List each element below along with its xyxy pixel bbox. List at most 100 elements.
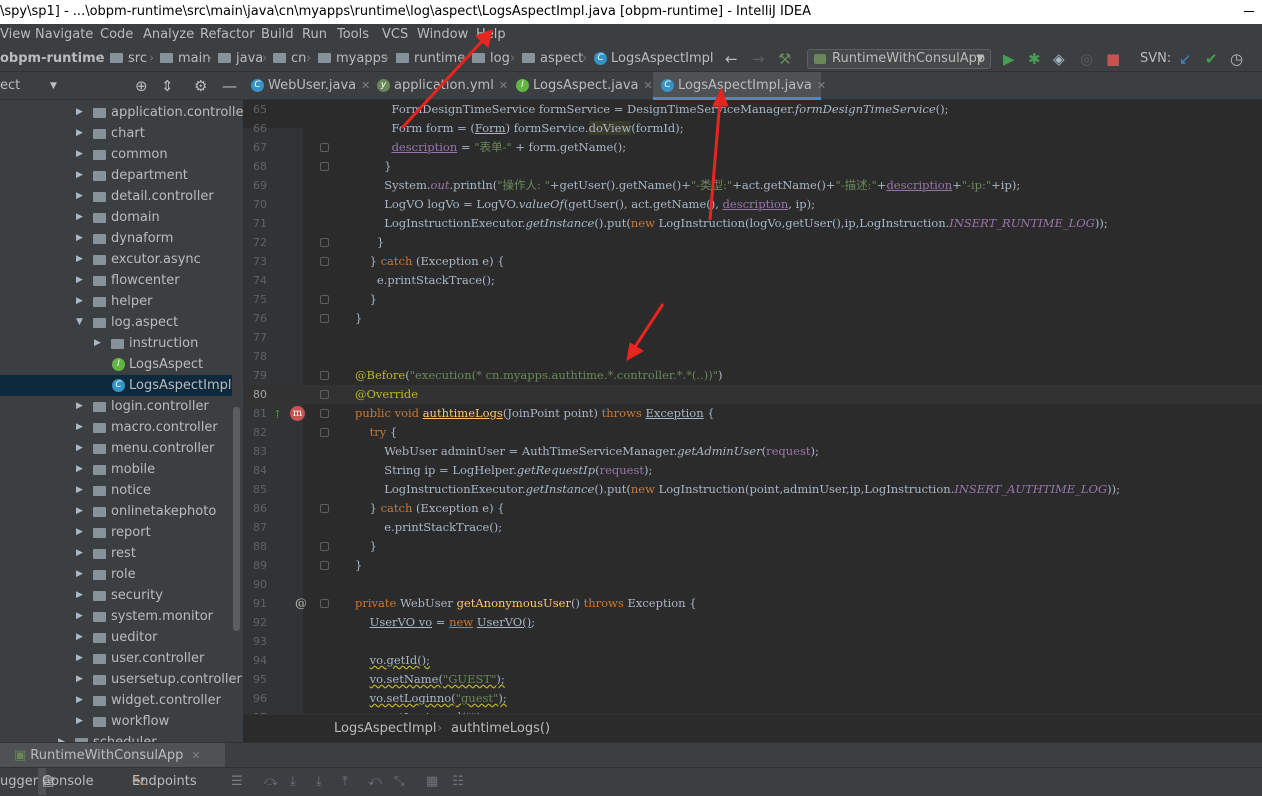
tab-webuser[interactable]: C WebUser.java ✕	[243, 72, 370, 100]
tree-item[interactable]: ▶ security	[0, 585, 232, 606]
tree-item[interactable]: ▶ department	[0, 165, 232, 186]
tab-debugger[interactable]: ugger	[0, 768, 38, 795]
fold-icon[interactable]	[320, 143, 329, 152]
nav-runtime[interactable]: runtime	[396, 46, 465, 72]
code-line[interactable]: 82 try {	[243, 423, 1262, 442]
code-line[interactable]: 87 e.printStackTrace();	[243, 518, 1262, 537]
chevron-right-icon[interactable]: ▶	[76, 207, 83, 228]
tree-item[interactable]: I LogsAspect	[0, 354, 232, 375]
code-line[interactable]: 93	[243, 632, 1262, 651]
code-editor[interactable]: 65 FormDesignTimeService formService = D…	[243, 100, 1262, 714]
nav-file[interactable]: C LogsAspectImpl	[594, 46, 714, 72]
run-icon[interactable]: ▶	[1003, 46, 1015, 72]
fold-icon[interactable]	[320, 542, 329, 551]
menu-build[interactable]: Build	[261, 24, 294, 46]
chevron-right-icon[interactable]: ▶	[76, 501, 83, 522]
close-icon[interactable]: ✕	[817, 79, 826, 92]
chevron-right-icon[interactable]: ▶	[94, 333, 101, 354]
menu-view[interactable]: View	[0, 24, 31, 46]
chevron-down-icon[interactable]: ▼	[76, 312, 83, 333]
code-line[interactable]: 83 WebUser adminUser = AuthTimeServiceMa…	[243, 442, 1262, 461]
chevron-right-icon[interactable]: ▶	[76, 186, 83, 207]
code-line[interactable]: 70 LogVO logVo = LogVO.valueOf(getUser()…	[243, 195, 1262, 214]
code-line[interactable]: 85 LogInstructionExecutor.getInstance().…	[243, 480, 1262, 499]
code-line[interactable]: 76}	[243, 309, 1262, 328]
tree-item[interactable]: ▶ domain	[0, 207, 232, 228]
code-line[interactable]: 78	[243, 347, 1262, 366]
fold-icon[interactable]	[320, 238, 329, 247]
tree-item[interactable]: ▶ widget.controller	[0, 690, 232, 711]
stop-icon[interactable]: ■	[1106, 46, 1120, 72]
profile-icon[interactable]: ◎	[1080, 46, 1093, 72]
tree-item[interactable]: ▶ ueditor	[0, 627, 232, 648]
chevron-right-icon[interactable]: ▶	[76, 627, 83, 648]
chevron-right-icon[interactable]: ▶	[76, 711, 83, 732]
nav-myapps[interactable]: myapps	[318, 46, 388, 72]
menu-tools[interactable]: Tools	[337, 24, 369, 46]
tree-item[interactable]: ▶ common	[0, 144, 232, 165]
chevron-right-icon[interactable]: ▶	[76, 543, 83, 564]
tree-item[interactable]: ▶ login.controller	[0, 396, 232, 417]
fold-icon[interactable]	[320, 295, 329, 304]
build-hammer-icon[interactable]: ⚒	[778, 46, 791, 72]
code-breadcrumb-method[interactable]: authtimeLogs()	[451, 715, 550, 743]
svn-update-icon[interactable]: ↙	[1179, 46, 1192, 72]
tree-item[interactable]: ▶ mobile	[0, 459, 232, 480]
svn-commit-icon[interactable]: ✔	[1205, 46, 1218, 72]
tree-item[interactable]: ▶ notice	[0, 480, 232, 501]
code-line[interactable]: 68 }	[243, 157, 1262, 176]
tree-item[interactable]: ▶ role	[0, 564, 232, 585]
tree-item[interactable]: C LogsAspectImpl	[0, 375, 232, 396]
fold-icon[interactable]	[320, 599, 329, 608]
chevron-down-icon[interactable]: ▼	[50, 72, 57, 100]
code-line[interactable]: 79 @Before("execution(* cn.myapps.authtim…	[243, 366, 1262, 385]
menu-refactor[interactable]: Refactor	[200, 24, 255, 46]
chevron-right-icon[interactable]: ▶	[76, 522, 83, 543]
nav-cn[interactable]: cn	[273, 46, 306, 72]
fold-icon[interactable]	[320, 409, 329, 418]
tree-item[interactable]: ▶ application.controller	[0, 102, 243, 123]
nav-project[interactable]: obpm-runtime	[0, 46, 104, 72]
chevron-right-icon[interactable]: ▶	[76, 249, 83, 270]
code-line[interactable]: 69 System.out.println("操作人: "+getUser().…	[243, 176, 1262, 195]
tree-item[interactable]: ▶ menu.controller	[0, 438, 232, 459]
tree-item[interactable]: ▶ excutor.async	[0, 249, 232, 270]
hide-panel-icon[interactable]: —	[222, 72, 237, 100]
code-line[interactable]: 94 vo.getId();	[243, 651, 1262, 670]
chevron-right-icon[interactable]: ▶	[76, 438, 83, 459]
locate-icon[interactable]: ⊕	[135, 72, 148, 100]
tab-logsaspectimpl[interactable]: C LogsAspectImpl.java ✕	[653, 72, 826, 100]
settings-list-icon[interactable]: ☷	[452, 768, 464, 795]
chevron-right-icon[interactable]: ▶	[76, 144, 83, 165]
close-icon[interactable]: ✕	[499, 79, 508, 92]
gear-icon[interactable]: ⚙	[194, 72, 207, 100]
tree-item[interactable]: ▶ user.controller	[0, 648, 232, 669]
history-icon[interactable]: ◷	[1230, 46, 1243, 72]
chevron-right-icon[interactable]: ▶	[76, 165, 83, 186]
fold-icon[interactable]	[320, 504, 329, 513]
chevron-right-icon[interactable]: ▶	[76, 459, 83, 480]
tree-item[interactable]: ▼ log.aspect	[0, 312, 232, 333]
fold-icon[interactable]	[320, 314, 329, 323]
fold-icon[interactable]	[320, 257, 329, 266]
nav-java[interactable]: java	[218, 46, 263, 72]
chevron-right-icon[interactable]: ▶	[76, 606, 83, 627]
evaluate-icon[interactable]: ▦	[426, 768, 438, 795]
implements-icon[interactable]: ⇡	[273, 405, 282, 424]
tree-item[interactable]: ▶ scheduler	[0, 732, 232, 742]
menu-analyze[interactable]: Analyze	[143, 24, 194, 46]
code-line[interactable]: 77	[243, 328, 1262, 347]
annotation-at-icon[interactable]: @	[295, 594, 307, 613]
code-line[interactable]: 95 vo.setName("GUEST");	[243, 670, 1262, 689]
chevron-right-icon[interactable]: ▶	[76, 228, 83, 249]
nav-main[interactable]: main	[160, 46, 210, 72]
coverage-icon[interactable]: ◈	[1053, 46, 1065, 72]
code-line[interactable]: 96 vo.setLoginno("guest");	[243, 689, 1262, 708]
method-icon[interactable]: m	[290, 406, 305, 421]
forward-arrow-icon[interactable]: →	[752, 46, 765, 72]
menu-navigate[interactable]: Navigate	[35, 24, 93, 46]
tab-logsaspect[interactable]: I LogsAspect.java ✕	[508, 72, 653, 100]
fold-icon[interactable]	[320, 561, 329, 570]
menu-icon[interactable]: ☰	[231, 768, 243, 795]
chevron-right-icon[interactable]: ▶	[76, 648, 83, 669]
